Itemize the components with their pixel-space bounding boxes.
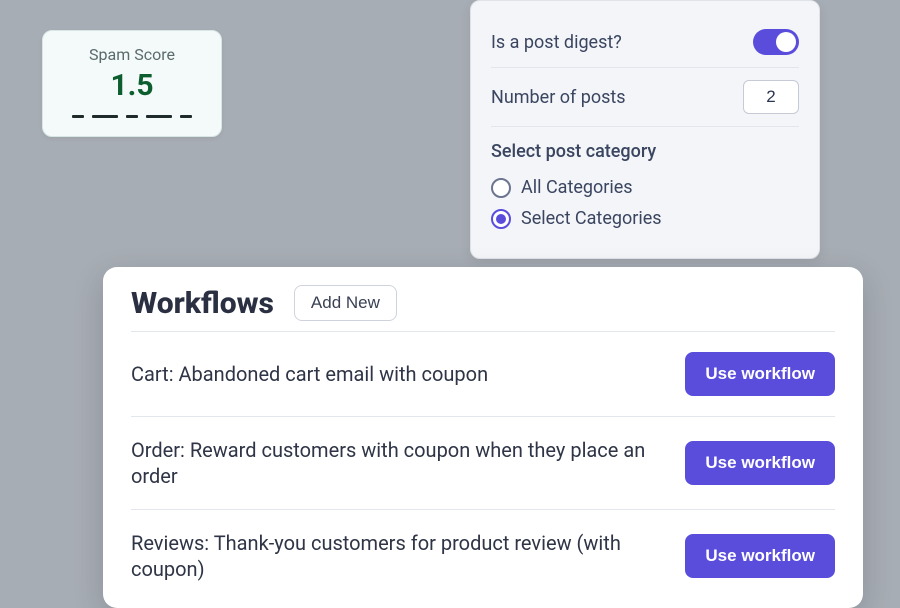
workflow-row: Reviews: Thank-you customers for product… [131, 509, 835, 602]
spam-score-value: 1.5 [57, 68, 207, 103]
use-workflow-button[interactable]: Use workflow [685, 534, 835, 578]
radio-icon [491, 178, 511, 198]
radio-select-categories[interactable]: Select Categories [491, 203, 799, 234]
workflows-title: Workflows [131, 286, 274, 321]
radio-all-label: All Categories [521, 177, 633, 198]
add-new-button[interactable]: Add New [294, 285, 397, 321]
workflows-header: Workflows Add New [131, 285, 835, 321]
category-section: Select post category All Categories Sele… [491, 127, 799, 234]
use-workflow-button[interactable]: Use workflow [685, 352, 835, 396]
spam-score-meter [57, 115, 207, 118]
category-label: Select post category [491, 141, 799, 162]
post-settings-panel: Is a post digest? Number of posts Select… [470, 0, 820, 259]
toggle-knob-icon [776, 32, 796, 52]
workflow-row: Order: Reward customers with coupon when… [131, 416, 835, 509]
workflow-row: Cart: Abandoned cart email with coupon U… [131, 331, 835, 416]
workflows-card: Workflows Add New Cart: Abandoned cart e… [103, 267, 863, 608]
num-posts-input[interactable] [743, 80, 799, 114]
workflow-title: Reviews: Thank-you customers for product… [131, 530, 665, 582]
use-workflow-button[interactable]: Use workflow [685, 441, 835, 485]
radio-icon [491, 209, 511, 229]
num-posts-row: Number of posts [491, 68, 799, 127]
workflow-title: Cart: Abandoned cart email with coupon [131, 361, 665, 387]
digest-label: Is a post digest? [491, 32, 622, 53]
radio-select-label: Select Categories [521, 208, 662, 229]
num-posts-label: Number of posts [491, 87, 626, 108]
workflow-title: Order: Reward customers with coupon when… [131, 437, 665, 489]
spam-score-label: Spam Score [57, 45, 207, 64]
radio-all-categories[interactable]: All Categories [491, 172, 799, 203]
spam-score-card: Spam Score 1.5 [42, 30, 222, 137]
digest-toggle[interactable] [753, 29, 799, 55]
digest-row: Is a post digest? [491, 17, 799, 68]
